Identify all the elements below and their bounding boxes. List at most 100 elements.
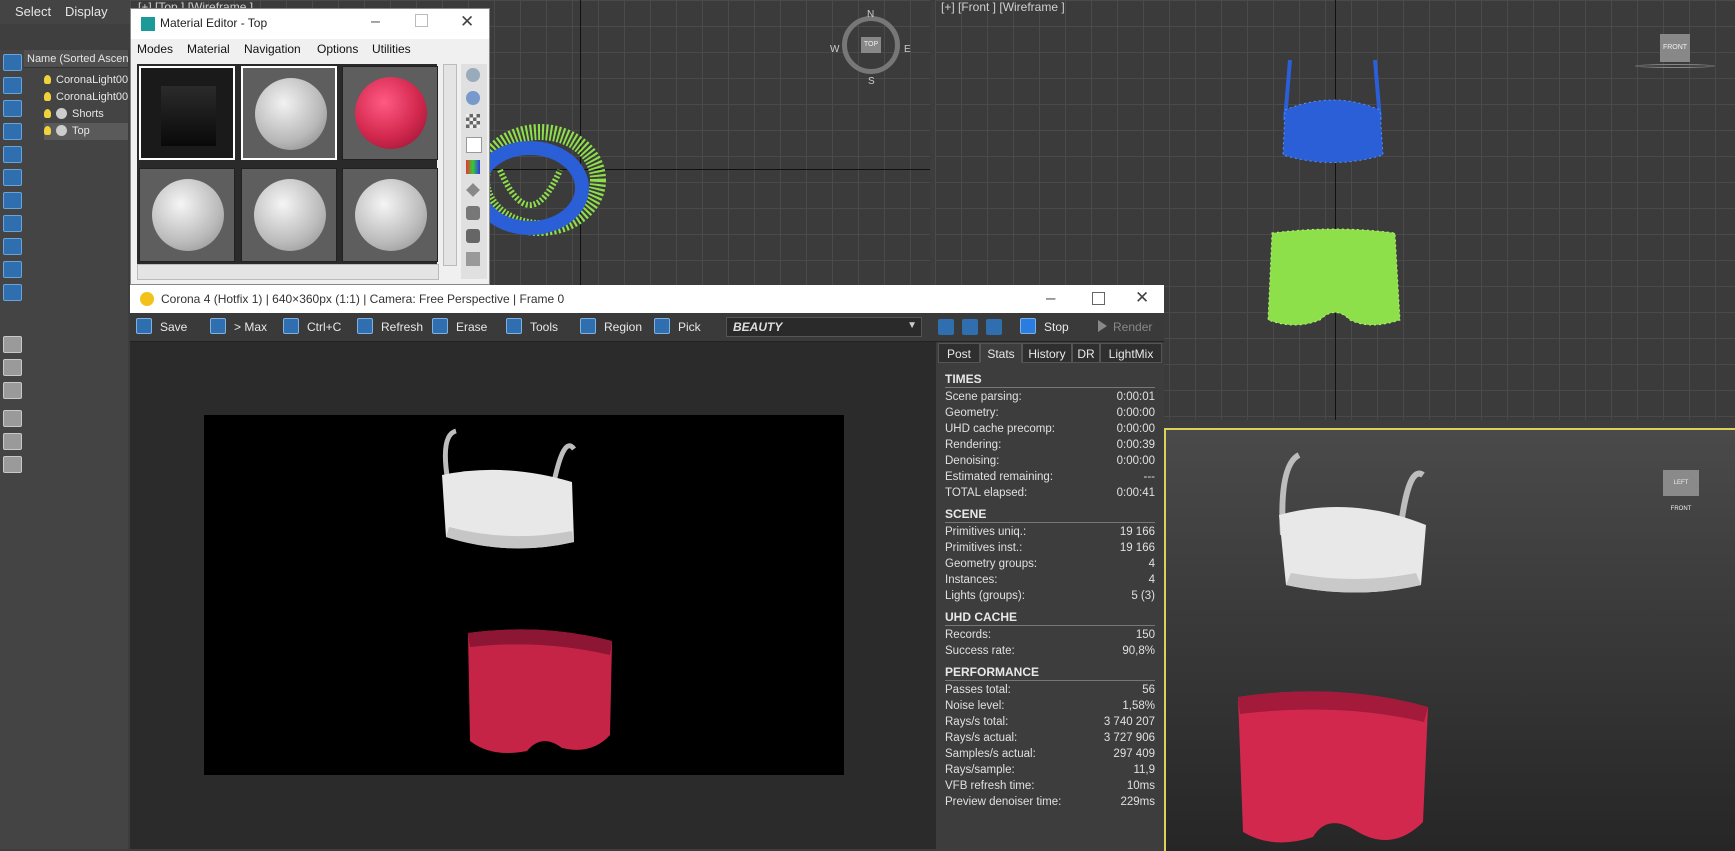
tab-history[interactable]: History [1022, 343, 1072, 363]
sample-slot-6[interactable] [342, 168, 438, 262]
erase-button[interactable]: Erase [432, 317, 487, 337]
explorer-item-top[interactable]: Top [44, 123, 128, 140]
select-by-material-icon[interactable] [466, 229, 480, 243]
save-button[interactable]: Save [136, 317, 187, 337]
maximize-icon[interactable] [415, 14, 428, 27]
white-fabric-sphere [255, 78, 327, 150]
xrefs-filter-icon[interactable] [3, 261, 22, 278]
explorer-column-header[interactable]: Name (Sorted Ascending) [24, 50, 128, 68]
viewport-front-label[interactable]: [+] [Front ] [Wireframe ] [941, 0, 1065, 14]
sample-type-icon[interactable] [466, 68, 480, 82]
menu-utilities[interactable]: Utilities [372, 42, 411, 56]
zoom-fit-icon[interactable] [986, 319, 1002, 335]
sort-icon[interactable] [3, 433, 22, 450]
close-icon[interactable]: ✕ [1135, 288, 1149, 308]
maximize-icon[interactable] [1092, 292, 1105, 305]
stat-row: Rays/s total: 3 740 207 [945, 716, 1155, 728]
stop-button[interactable]: Stop [1020, 317, 1069, 337]
backlight-icon[interactable] [466, 91, 480, 105]
top-shaded-perspective[interactable] [1261, 445, 1436, 625]
light-bulb-icon[interactable] [44, 92, 51, 101]
light-bulb-icon[interactable] [44, 75, 51, 84]
viewport-perspective[interactable]: LEFT FRONT [1164, 428, 1735, 851]
geometry-filter-icon[interactable] [3, 100, 22, 117]
copy-button[interactable]: Ctrl+C [283, 317, 341, 337]
minimize-icon[interactable]: – [371, 13, 380, 31]
stat-row: Noise level: 1,58% [945, 700, 1155, 712]
top-view-wireframe[interactable] [470, 100, 610, 260]
explorer-item-shorts[interactable]: Shorts [44, 106, 128, 123]
bones-filter-icon[interactable] [3, 284, 22, 301]
stat-row: Rendering: 0:00:39 [945, 439, 1155, 451]
material-navigator-icon[interactable] [466, 252, 480, 266]
container-icon[interactable] [3, 382, 22, 399]
zoom-in-icon[interactable] [938, 319, 954, 335]
lights-filter-icon[interactable] [3, 146, 22, 163]
menu-navigation[interactable]: Navigation [244, 42, 301, 56]
refresh-button[interactable]: Refresh [357, 317, 423, 337]
helpers-filter-icon[interactable] [3, 192, 22, 209]
sample-slot-1[interactable] [139, 66, 235, 160]
stat-row: Primitives inst.: 19 166 [945, 542, 1155, 554]
save-icon [136, 318, 152, 334]
pick-button[interactable]: Pick [654, 317, 701, 337]
tab-post[interactable]: Post [938, 343, 980, 363]
menu-select[interactable]: Select [15, 4, 51, 19]
tab-stats[interactable]: Stats [980, 343, 1022, 363]
divider [945, 625, 1155, 626]
tab-dr[interactable]: DR [1072, 343, 1100, 363]
horizontal-scrollbar[interactable] [137, 264, 439, 280]
groups-filter-icon[interactable] [3, 238, 22, 255]
material-editor-titlebar[interactable]: Material Editor - Top – ✕ [131, 9, 489, 39]
page-icon[interactable] [3, 359, 22, 376]
menu-material[interactable]: Material [187, 42, 230, 56]
zoom-out-icon[interactable] [962, 319, 978, 335]
spacewarps-filter-icon[interactable] [3, 215, 22, 232]
display-none-icon[interactable] [3, 54, 22, 71]
vfb-titlebar[interactable]: Corona 4 (Hotfix 1) | 640×360px (1:1) | … [130, 285, 1164, 313]
menu-display[interactable]: Display [65, 4, 108, 19]
options-icon[interactable] [3, 456, 22, 473]
minimize-icon[interactable]: – [1046, 288, 1055, 308]
sample-slot-5[interactable] [241, 168, 337, 262]
sample-slot-2[interactable] [241, 66, 337, 160]
layer-icon[interactable] [3, 336, 22, 353]
shapes-filter-icon[interactable] [3, 123, 22, 140]
section-scene: SCENE [945, 507, 987, 521]
explorer-item-corona-light-2[interactable]: CoronaLight002 [44, 89, 128, 106]
make-preview-icon[interactable] [466, 183, 480, 197]
menu-options[interactable]: Options [317, 42, 358, 56]
red-fabric-sphere [355, 77, 427, 149]
vertical-scrollbar[interactable] [443, 64, 457, 266]
display-all-icon[interactable] [3, 77, 22, 94]
background-icon[interactable] [466, 114, 480, 128]
close-icon[interactable]: ✕ [460, 12, 474, 32]
uv-tiling-icon[interactable] [466, 137, 482, 153]
stat-row: Samples/s actual: 297 409 [945, 748, 1155, 760]
filter-icon[interactable] [3, 410, 22, 427]
sample-slot-4[interactable] [139, 168, 235, 262]
tools-button[interactable]: Tools [506, 317, 558, 337]
shorts-wireframe-front[interactable] [1260, 225, 1410, 350]
material-editor-window: Material Editor - Top – ✕ Modes Material… [130, 8, 490, 285]
options-icon[interactable] [466, 206, 480, 220]
region-button[interactable]: Region [580, 317, 642, 337]
light-bulb-icon[interactable] [44, 109, 51, 118]
send-to-max-button[interactable]: > Max [210, 317, 267, 337]
shorts-shaded-perspective[interactable] [1218, 682, 1448, 850]
cameras-filter-icon[interactable] [3, 169, 22, 186]
explorer-item-corona-light-1[interactable]: CoronaLight001 [44, 72, 128, 89]
chevron-down-icon[interactable]: ▼ [907, 320, 917, 331]
sample-slot-3[interactable] [342, 66, 438, 160]
render-channel-select[interactable]: BEAUTY ▼ [726, 317, 922, 337]
tab-lightmix[interactable]: LightMix [1100, 343, 1162, 363]
top-wireframe-front[interactable] [1265, 50, 1405, 180]
viewcube-perspective[interactable]: LEFT FRONT [1663, 470, 1699, 512]
render-image[interactable] [204, 415, 844, 775]
light-bulb-icon[interactable] [44, 126, 51, 135]
menu-modes[interactable]: Modes [137, 42, 173, 56]
viewcube-top[interactable]: TOP [861, 37, 881, 53]
render-button[interactable]: Render [1098, 317, 1152, 337]
viewcube-front[interactable]: FRONT [1660, 34, 1690, 62]
video-color-check-icon[interactable] [466, 160, 480, 174]
